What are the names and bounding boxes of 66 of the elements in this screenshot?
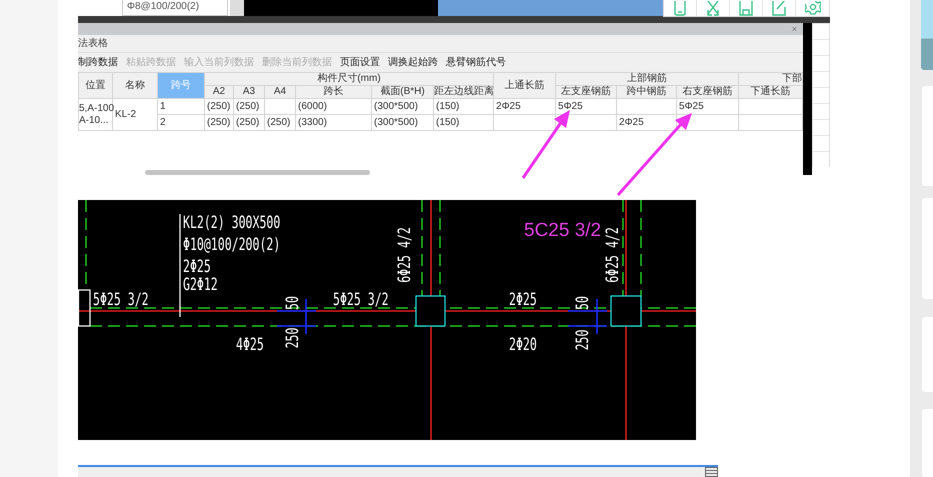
table-cell: (3300) [296,114,372,130]
table-cell: (300*500) [372,114,434,130]
table-cell: 5,A-100 A-10... [78,98,112,130]
column-outline [78,289,91,327]
column-outline [415,295,446,327]
settings-icon [804,1,820,16]
thumbnail-placeholder[interactable] [921,0,933,70]
table-cell: 2Φ25 [494,98,556,114]
table-cell: (250) [234,98,264,114]
cad-label: 50 [284,296,303,310]
cad-label: 2Φ25 [509,290,537,310]
annotation-text: 5C25 3/2 [524,220,602,241]
column-header[interactable]: 名称 [112,72,158,98]
table-cell: (250) [234,114,264,130]
share-icon [772,1,786,16]
dialog-title: 法表格 [78,35,803,53]
cad-label: 250 [284,328,303,348]
column-header[interactable]: 上通长筋 [494,72,556,98]
pointer-arrow [522,110,570,179]
cad-label: 2Φ25 [183,258,211,277]
table-cell: (250) [204,98,234,114]
column-header[interactable]: 跨中钢筋 [616,86,677,98]
cad-label: 4Φ25 [236,336,264,355]
column-outline [610,295,642,327]
column-header[interactable]: 跨长 [296,86,372,98]
cad-label: 2Φ20 [509,336,537,355]
phone-icon [674,1,686,16]
cad-label: 6Φ25 4/2 [604,227,623,283]
table-cell: (150) [434,98,494,114]
cad-label: 6Φ25 4/2 [396,227,415,283]
table-cell: 2Φ25 [616,114,677,130]
toolbar-button[interactable]: 调换起始跨 [388,53,438,72]
table-cell: 2 [158,114,204,130]
table-cell: (150) [434,114,494,130]
cad-label: 250 [574,330,593,350]
column-header[interactable]: 左支座钢筋 [556,86,617,98]
table-cell: KL-2 [112,98,158,130]
cad-label: 5Φ25 3/2 [93,290,149,310]
cad-label: KL2(2) 300X500 [183,214,280,233]
cad-label: G2Φ12 [183,276,218,295]
table-cell: 5Φ25 [676,98,739,114]
table-cell: 5Φ25 [556,98,617,114]
scrollbar [230,0,244,16]
cad-label: Φ10@100/200(2) [183,236,280,255]
column-header[interactable]: 下通长筋 [738,86,803,98]
table-cell: (250) [264,114,296,130]
table-cell: 1 [158,98,204,114]
column-header[interactable]: 右支座钢筋 [676,86,739,98]
table-icon[interactable] [705,467,718,477]
column-group-header: 下部 [738,72,803,86]
cad-label: 50 [574,296,593,310]
expand-icon [706,1,720,16]
table-cell: (6000) [296,98,372,114]
toolbar-button[interactable]: 页面设置 [340,53,380,72]
scrollbar-thumb[interactable] [145,170,370,175]
table-cell: (300*500) [372,98,434,114]
column-header[interactable]: 位置 [78,72,112,98]
column-group-header: 构件尺寸(mm) [204,72,494,86]
column-header[interactable]: 截面(B*H) [372,86,434,98]
toolbar-button[interactable]: 制跨数据 [78,53,118,72]
toolbar-button[interactable]: 悬臂钢筋代号 [446,53,506,72]
table-cell: (250) [204,114,234,130]
column-group-header: 上部钢筋 [556,72,739,86]
save-icon [739,1,753,16]
column-header[interactable]: 距左边线距离 [434,86,494,98]
cad-label: 5Φ25 3/2 [333,290,389,310]
